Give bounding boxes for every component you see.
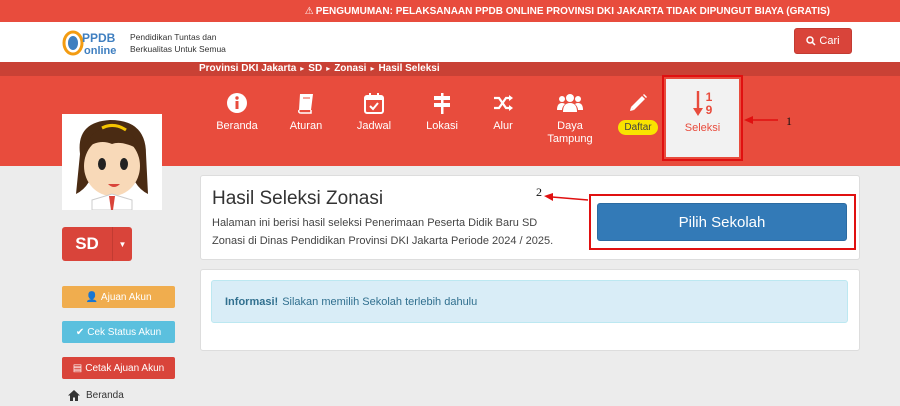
nav-daya-tampung[interactable]: Daya Tampung — [540, 92, 600, 146]
level-dropdown[interactable]: SD ▼ — [62, 227, 132, 261]
search-button[interactable]: Cari — [794, 28, 852, 54]
warning-icon: ⚠ — [304, 5, 314, 17]
shuffle-icon — [494, 95, 513, 111]
cetak-ajuan-akun-button[interactable]: ▤ Cetak Ajuan Akun — [62, 357, 175, 379]
breadcrumb-separator-icon: ▸ — [300, 64, 305, 73]
page-description: Halaman ini berisi hasil seleksi Penerim… — [212, 217, 554, 247]
announcement-bar: ⚠ PENGUMUMAN: PELAKSANAAN PPDB ONLINE PR… — [0, 0, 900, 22]
site-header: PPDB online Pendidikan Tuntas dan Berkua… — [0, 22, 900, 62]
ppdb-logo[interactable]: PPDB online — [62, 28, 124, 58]
breadcrumb-item[interactable]: Hasil Seleksi — [378, 63, 439, 74]
breadcrumb-item[interactable]: Provinsi DKI Jakarta — [199, 63, 296, 74]
annotation-label-2: 2 — [536, 185, 542, 199]
nav-jadwal[interactable]: Jadwal — [344, 92, 404, 133]
annotation-arrow-2 — [544, 193, 589, 201]
tagline: Pendidikan Tuntas dan Berkualitas Untuk … — [130, 32, 226, 54]
breadcrumb: Provinsi DKI Jakarta ▸ SD ▸ Zonasi ▸ Has… — [199, 62, 440, 75]
breadcrumb-item[interactable]: SD — [308, 63, 322, 74]
svg-text:online: online — [84, 45, 116, 57]
calendar-check-icon — [364, 93, 384, 114]
breadcrumb-item[interactable]: Zonasi — [334, 63, 366, 74]
nav-seleksi[interactable]: 1 9 Seleksi — [666, 79, 739, 157]
info-alert: Informasi! Silakan memilih Sekolah terle… — [211, 280, 848, 323]
breadcrumb-separator-icon: ▸ — [370, 64, 375, 73]
nav-aturan[interactable]: Aturan — [276, 92, 336, 133]
annotation-arrow-1 — [744, 116, 778, 124]
print-icon: ▤ — [72, 362, 83, 374]
caret-down-icon: ▼ — [112, 227, 132, 261]
book-icon — [298, 94, 313, 114]
home-icon — [68, 390, 80, 401]
ajuan-akun-button[interactable]: 👤 Ajuan Akun — [62, 286, 175, 308]
nav-daftar[interactable]: Daftar — [608, 92, 668, 135]
search-icon — [806, 36, 816, 46]
users-icon — [557, 94, 583, 112]
page-title: Hasil Seleksi Zonasi — [212, 188, 384, 209]
sidebar-link-beranda[interactable]: Beranda — [68, 390, 124, 401]
nav-alur[interactable]: Alur — [473, 92, 533, 133]
pencil-icon — [630, 94, 647, 111]
check-circle-icon: ✔ — [75, 326, 85, 338]
user-plus-icon: 👤 — [85, 291, 98, 303]
cek-status-akun-button[interactable]: ✔ Cek Status Akun — [62, 321, 175, 343]
sort-down-icon — [692, 91, 703, 116]
avatar — [62, 114, 162, 210]
pilih-sekolah-button[interactable]: Pilih Sekolah — [597, 203, 847, 241]
info-icon — [227, 93, 247, 113]
nav-seleksi-label: Seleksi — [684, 122, 721, 134]
sort-number-bottom: 9 — [705, 103, 713, 117]
svg-text:PPDB: PPDB — [82, 31, 116, 45]
breadcrumb-separator-icon: ▸ — [326, 64, 331, 73]
annotation-label-1: 1 — [786, 114, 792, 128]
announcement-text: PENGUMUMAN: PELAKSANAAN PPDB ONLINE PROV… — [315, 5, 830, 17]
daftar-badge: Daftar — [618, 120, 658, 135]
nav-beranda[interactable]: Beranda — [207, 92, 267, 133]
nav-lokasi[interactable]: Lokasi — [412, 92, 472, 133]
signpost-icon — [434, 93, 450, 114]
